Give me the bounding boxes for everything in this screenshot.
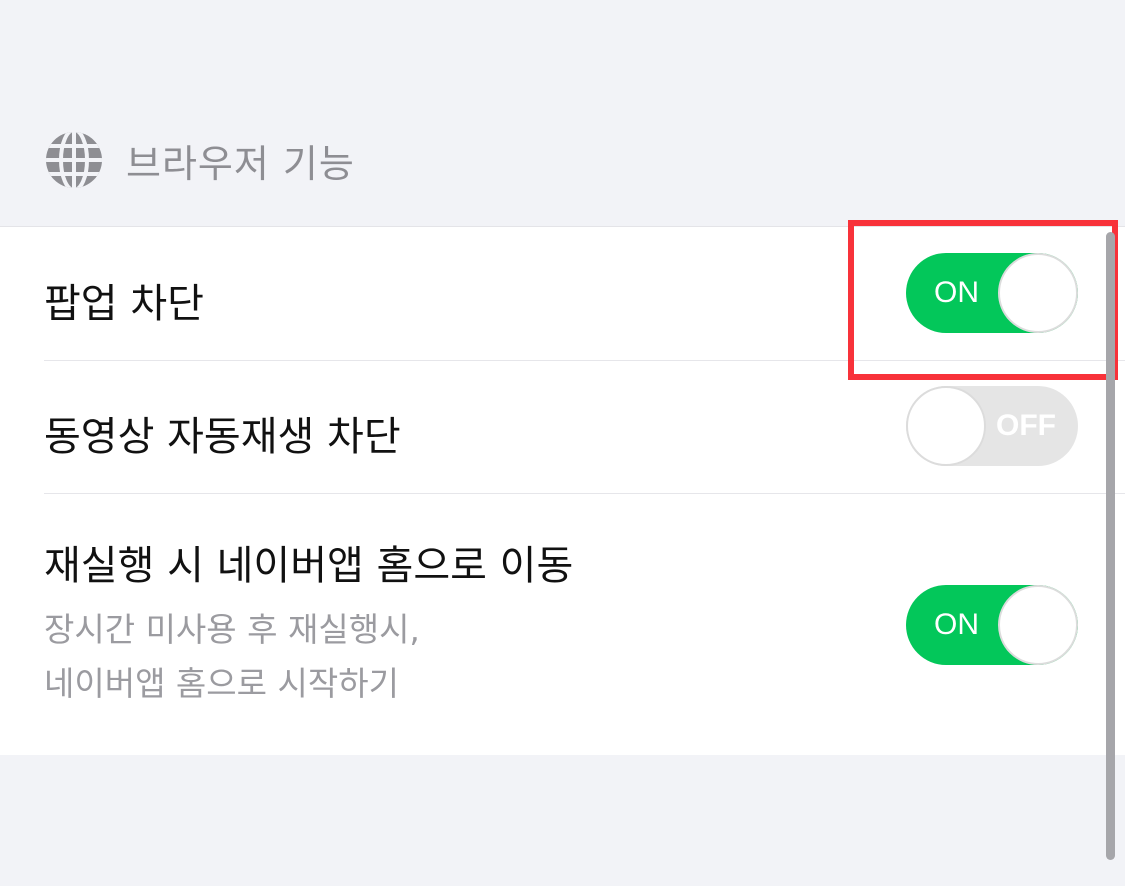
settings-page: 브라우저 기능 팝업 차단 ON 동영상 자동재생 차단 OFF 재실행 시 네… xyxy=(0,0,1125,886)
setting-label-video-autoplay-block: 동영상 자동재생 차단 xyxy=(44,414,401,460)
relaunch-home-toggle[interactable]: ON xyxy=(906,585,1078,665)
toggle-knob xyxy=(906,386,986,466)
toggle-state-text: OFF xyxy=(996,409,1056,442)
toggle-knob xyxy=(998,585,1078,665)
section-header: 브라우저 기능 xyxy=(44,128,355,192)
scrollbar[interactable] xyxy=(1106,232,1115,860)
highlight-box xyxy=(848,220,1118,380)
description-line: 장시간 미사용 후 재실행시, xyxy=(44,610,420,649)
setting-description: 장시간 미사용 후 재실행시, 네이버앱 홈으로 시작하기 xyxy=(44,603,420,711)
setting-label-relaunch-home: 재실행 시 네이버앱 홈으로 이동 xyxy=(44,543,574,589)
toggle-state-text: ON xyxy=(934,608,979,641)
setting-label-popup-block: 팝업 차단 xyxy=(44,281,204,327)
description-line: 네이버앱 홈으로 시작하기 xyxy=(44,664,399,703)
video-autoplay-block-toggle[interactable]: OFF xyxy=(906,386,1078,466)
globe-icon xyxy=(44,130,104,190)
section-title: 브라우저 기능 xyxy=(126,141,355,186)
setting-row-relaunch-home: 재실행 시 네이버앱 홈으로 이동 장시간 미사용 후 재실행시, 네이버앱 홈… xyxy=(44,493,1125,755)
